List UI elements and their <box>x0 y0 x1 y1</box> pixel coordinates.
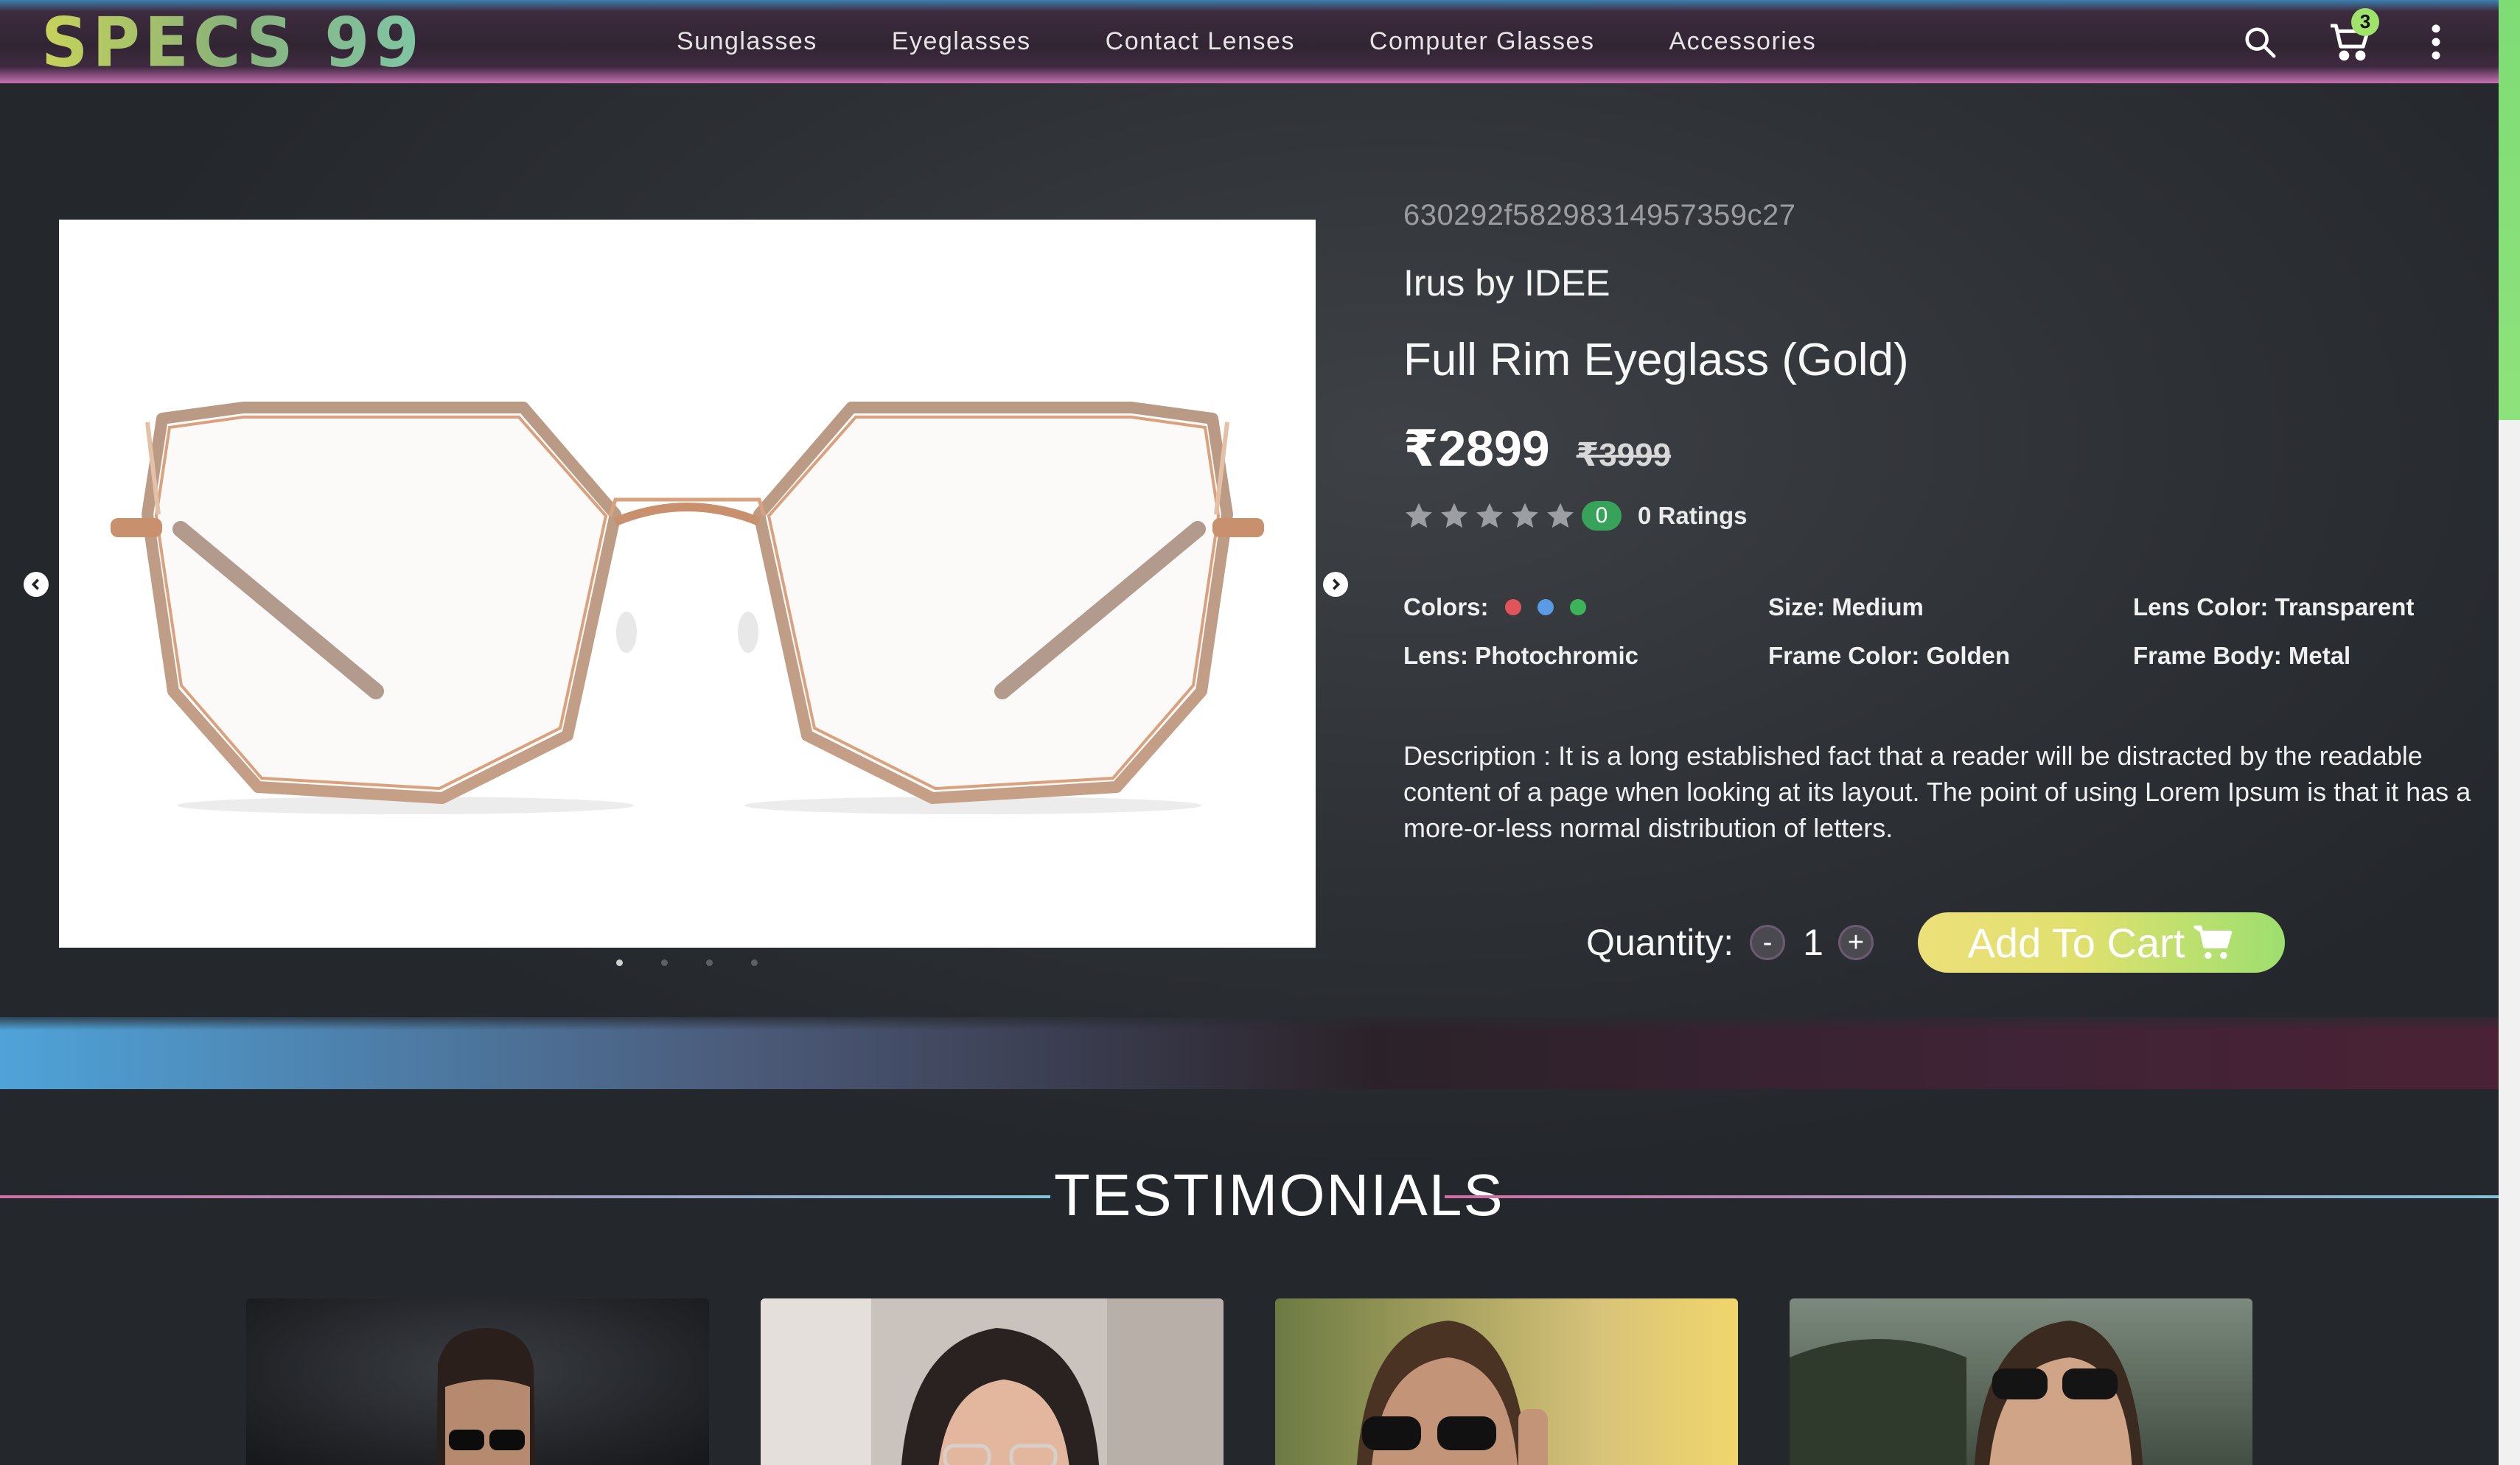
nav-icons: 3 <box>2238 0 2447 83</box>
product-id: 630292f58298314957359c27 <box>1403 199 1796 231</box>
product-info: 630292f58298314957359c27 Irus by IDEE Fu… <box>1403 199 2472 846</box>
testimonial-card[interactable] <box>246 1298 709 1465</box>
carousel-dot[interactable] <box>751 959 758 966</box>
carousel-dot[interactable] <box>661 959 668 966</box>
product-mrp: ₹3999 <box>1576 437 1672 473</box>
nav-link-accessories[interactable]: Accessories <box>1669 27 1816 56</box>
testimonial-photo <box>761 1298 1224 1465</box>
product-price: ₹2899 <box>1403 421 1550 477</box>
testimonial-photo <box>246 1298 709 1465</box>
colors-label: Colors: <box>1403 593 1489 620</box>
testimonials-divider-left <box>0 1195 1050 1198</box>
nav-link-contact-lenses[interactable]: Contact Lenses <box>1106 27 1295 56</box>
star-icon[interactable] <box>1545 500 1576 531</box>
add-to-cart-label: Add To Cart <box>1967 919 2185 966</box>
rating-row: 0 0 Ratings <box>1403 500 2472 531</box>
attr-size: Size: Medium <box>1768 593 1924 620</box>
carousel-prev-button[interactable] <box>24 572 49 597</box>
product-brand: Irus by IDEE <box>1403 262 1610 304</box>
cart-count-badge: 3 <box>2351 7 2379 36</box>
testimonial-card[interactable] <box>1790 1298 2252 1465</box>
logo[interactable]: SPECS 99 <box>41 2 424 82</box>
attr-lens: Lens: Photochromic <box>1403 642 1639 669</box>
search-icon[interactable] <box>2238 20 2282 64</box>
nav-links: Sunglasses Eyeglasses Contact Lenses Com… <box>677 0 1891 83</box>
product-attributes: Colors: Size: Medium Lens Color: Transpa… <box>1403 593 2472 670</box>
carousel-next-button[interactable] <box>1323 572 1348 597</box>
star-icon[interactable] <box>1439 500 1470 531</box>
price-row: ₹2899 ₹3999 <box>1403 420 2472 478</box>
decorative-band <box>0 1017 2499 1089</box>
color-swatch-red[interactable] <box>1504 599 1521 615</box>
attr-frame-color: Frame Color: Golden <box>1768 642 2011 669</box>
testimonials-divider-right <box>1445 1195 2499 1198</box>
eyeglasses-image <box>111 402 1264 814</box>
quantity-label: Quantity: <box>1586 922 1734 963</box>
rating-stars[interactable] <box>1403 500 1576 531</box>
quantity-increase-button[interactable]: + <box>1837 925 1874 960</box>
quantity-row: Quantity: - 1 + Add To Cart <box>1586 912 2285 973</box>
description-text: It is a long established fact that a rea… <box>1403 741 2471 843</box>
quantity-value: 1 <box>1803 922 1823 963</box>
product-image <box>59 220 1316 948</box>
navbar: SPECS 99 Sunglasses Eyeglasses Contact L… <box>0 0 2499 83</box>
attr-frame-body: Frame Body: Metal <box>2133 642 2351 669</box>
testimonial-photo <box>1790 1298 2252 1465</box>
chevron-right-icon <box>1333 578 1341 590</box>
star-icon[interactable] <box>1474 500 1505 531</box>
ratings-count: 0 Ratings <box>1638 502 1748 529</box>
star-icon[interactable] <box>1509 500 1540 531</box>
more-menu-icon[interactable] <box>2425 20 2447 64</box>
quantity-decrease-button[interactable]: - <box>1750 925 1786 960</box>
testimonials-title: TESTIMONIALS <box>1054 1162 1504 1228</box>
carousel-dots <box>616 959 758 966</box>
testimonial-card[interactable] <box>761 1298 1224 1465</box>
attr-colors: Colors: <box>1403 593 1768 621</box>
chevron-left-icon <box>31 578 39 590</box>
cart-button[interactable]: 3 <box>2326 7 2379 64</box>
testimonial-photo <box>1275 1298 1738 1465</box>
nav-link-computer-glasses[interactable]: Computer Glasses <box>1369 27 1595 56</box>
description-label: Description : <box>1403 741 1552 771</box>
product-title: Full Rim Eyeglass (Gold) <box>1403 335 1909 385</box>
nav-link-sunglasses[interactable]: Sunglasses <box>677 27 817 56</box>
attr-lens-color: Lens Color: Transparent <box>2133 593 2415 620</box>
page: SPECS 99 Sunglasses Eyeglasses Contact L… <box>0 0 2520 1465</box>
rating-badge: 0 <box>1582 501 1622 531</box>
page-scrollbar[interactable] <box>2499 0 2520 1465</box>
color-swatch-green[interactable] <box>1569 599 1586 615</box>
carousel-dot[interactable] <box>616 959 623 966</box>
star-icon[interactable] <box>1403 500 1434 531</box>
page-scrollbar-thumb[interactable] <box>2499 0 2520 420</box>
nav-link-eyeglasses[interactable]: Eyeglasses <box>892 27 1031 56</box>
testimonial-cards <box>246 1298 2252 1465</box>
testimonial-card[interactable] <box>1275 1298 1738 1465</box>
add-to-cart-button[interactable]: Add To Cart <box>1917 912 2285 973</box>
carousel-dot[interactable] <box>706 959 713 966</box>
cart-icon <box>2193 925 2233 959</box>
product-description: Description : It is a long established f… <box>1403 738 2472 846</box>
color-swatch-blue[interactable] <box>1537 599 1554 615</box>
